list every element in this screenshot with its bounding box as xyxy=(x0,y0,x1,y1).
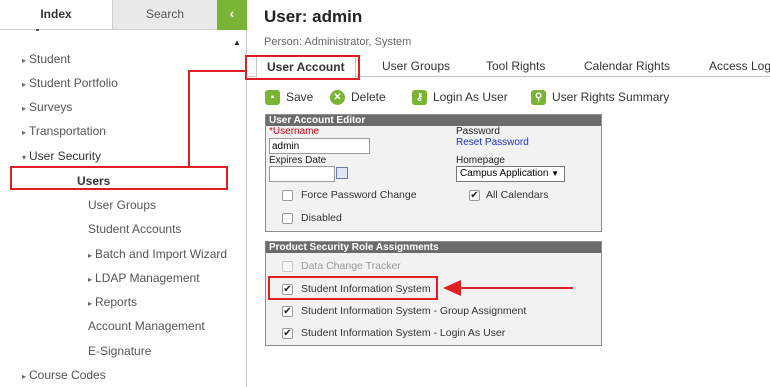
chevron-down-icon: ▼ xyxy=(551,169,560,178)
delete-button[interactable]: ✕ Delete xyxy=(330,88,386,106)
user-rights-summary-button[interactable]: ⚲ User Rights Summary xyxy=(531,88,669,106)
page-subtitle: Person: Administrator, System xyxy=(264,36,412,48)
panel-header: User Account Editor xyxy=(266,115,601,126)
login-as-user-label: Login As User xyxy=(433,90,508,104)
expires-date-input[interactable] xyxy=(269,166,335,182)
nav-item-label: Student xyxy=(29,52,71,66)
nav-item-e-signature[interactable]: E-Signature xyxy=(0,340,246,362)
scroll-indicator xyxy=(36,29,39,31)
users-highlight-box xyxy=(10,166,228,190)
connector-line-vertical xyxy=(188,70,190,167)
disabled-checkbox[interactable] xyxy=(282,213,293,224)
sis-login-as-user-checkbox[interactable]: ✔ xyxy=(282,328,293,339)
chevron-right-icon: ▸ xyxy=(22,128,27,137)
calendar-icon[interactable] xyxy=(336,167,348,179)
nav-item-label: User Security xyxy=(29,149,102,163)
save-button[interactable]: ▪ Save xyxy=(265,88,313,106)
connector-line-horizontal xyxy=(188,70,246,72)
login-as-user-button[interactable]: ⚷ Login As User xyxy=(412,88,508,106)
nav-item-student-accounts[interactable]: Student Accounts xyxy=(0,218,246,240)
sis-group-assignment-label: Student Information System - Group Assig… xyxy=(301,305,527,317)
nav-item-label: E-Signature xyxy=(88,344,152,358)
chevron-right-icon: ▸ xyxy=(88,251,93,260)
force-password-change-label: Force Password Change xyxy=(301,189,417,201)
chevron-down-icon: ▾ xyxy=(22,153,27,162)
chevron-right-icon: ▸ xyxy=(22,372,27,381)
chevron-right-icon: ▸ xyxy=(22,80,27,89)
reset-password-link[interactable]: Reset Password xyxy=(456,137,529,148)
chevron-right-icon: ▸ xyxy=(88,299,93,308)
sidebar: Index Search ‹ ▲ ▸ Student ▸ Student Portf… xyxy=(0,0,247,387)
nav-item-label: Student Portfolio xyxy=(29,76,118,90)
scroll-up-icon[interactable]: ▲ xyxy=(233,38,241,47)
nav-item-transportation[interactable]: ▸ Transportation xyxy=(0,120,246,142)
annotation-arrow-head-icon xyxy=(443,280,461,296)
username-label: *Username xyxy=(269,126,320,137)
nav-item-user-security[interactable]: ▾ User Security xyxy=(0,145,246,167)
all-calendars-checkbox[interactable]: ✔ xyxy=(469,190,480,201)
chevron-right-icon: ▸ xyxy=(22,104,27,113)
nav-item-label: Account Management xyxy=(88,319,205,333)
delete-icon: ✕ xyxy=(330,90,345,106)
nav-item-reports[interactable]: ▸ Reports xyxy=(0,291,246,313)
nav-item-label: Transportation xyxy=(29,124,106,138)
password-label: Password xyxy=(456,126,500,137)
data-change-tracker-label: Data Change Tracker xyxy=(301,260,401,272)
tab-user-groups[interactable]: User Groups xyxy=(382,56,450,77)
sis-group-assignment-checkbox[interactable]: ✔ xyxy=(282,306,293,317)
annotation-arrow-shaft xyxy=(458,287,573,289)
nav-item-student[interactable]: ▸ Student xyxy=(0,48,246,70)
tab-tool-rights[interactable]: Tool Rights xyxy=(486,56,545,77)
nav-item-course-codes[interactable]: ▸ Course Codes xyxy=(0,364,246,386)
user-account-editor-panel: User Account Editor *Username Password R… xyxy=(265,114,602,232)
tab-search[interactable]: Search xyxy=(113,0,217,30)
disabled-label: Disabled xyxy=(301,212,342,224)
nav-item-ldap-management[interactable]: ▸ LDAP Management xyxy=(0,267,246,289)
expires-date-label: Expires Date xyxy=(269,155,327,166)
user-rights-icon: ⚲ xyxy=(531,90,546,106)
data-change-tracker-checkbox[interactable] xyxy=(282,261,293,272)
tab-access-log[interactable]: Access Log xyxy=(709,56,770,77)
save-label: Save xyxy=(286,90,314,104)
nav-item-label: Course Codes xyxy=(29,368,106,382)
delete-label: Delete xyxy=(351,90,386,104)
username-input[interactable] xyxy=(269,138,370,154)
nav-item-batch-import-wizard[interactable]: ▸ Batch and Import Wizard xyxy=(0,243,246,265)
homepage-select[interactable]: Campus Application ▼ xyxy=(456,166,565,182)
user-account-tab-highlight-box xyxy=(245,55,360,80)
nav-item-student-portfolio[interactable]: ▸ Student Portfolio xyxy=(0,72,246,94)
tab-index[interactable]: Index xyxy=(0,0,113,30)
sis-login-as-user-label: Student Information System - Login As Us… xyxy=(301,327,506,339)
force-password-change-checkbox[interactable] xyxy=(282,190,293,201)
nav-item-surveys[interactable]: ▸ Surveys xyxy=(0,96,246,118)
nav-item-label: Batch and Import Wizard xyxy=(95,247,228,261)
homepage-value: Campus Application xyxy=(460,168,549,179)
chevron-right-icon: ▸ xyxy=(88,275,93,284)
nav-item-label: LDAP Management xyxy=(95,271,200,285)
panel-header: Product Security Role Assignments xyxy=(266,242,601,253)
nav-item-label: Student Accounts xyxy=(88,222,182,236)
tab-calendar-rights[interactable]: Calendar Rights xyxy=(584,56,670,77)
save-icon: ▪ xyxy=(265,90,280,106)
user-rights-summary-label: User Rights Summary xyxy=(552,90,670,104)
nav-item-label: Surveys xyxy=(29,100,73,114)
key-icon: ⚷ xyxy=(412,90,427,106)
nav-item-label: User Groups xyxy=(88,198,157,212)
all-calendars-label: All Calendars xyxy=(486,189,549,201)
nav-item-account-management[interactable]: Account Management xyxy=(0,315,246,337)
nav-item-label: Reports xyxy=(95,295,138,309)
homepage-label: Homepage xyxy=(456,155,505,166)
page-title: User: admin xyxy=(264,7,363,26)
nav-item-user-groups[interactable]: User Groups xyxy=(0,194,246,216)
collapse-sidebar-button[interactable]: ‹ xyxy=(217,0,247,30)
chevron-right-icon: ▸ xyxy=(22,56,27,65)
sis-highlight-box xyxy=(268,276,438,300)
